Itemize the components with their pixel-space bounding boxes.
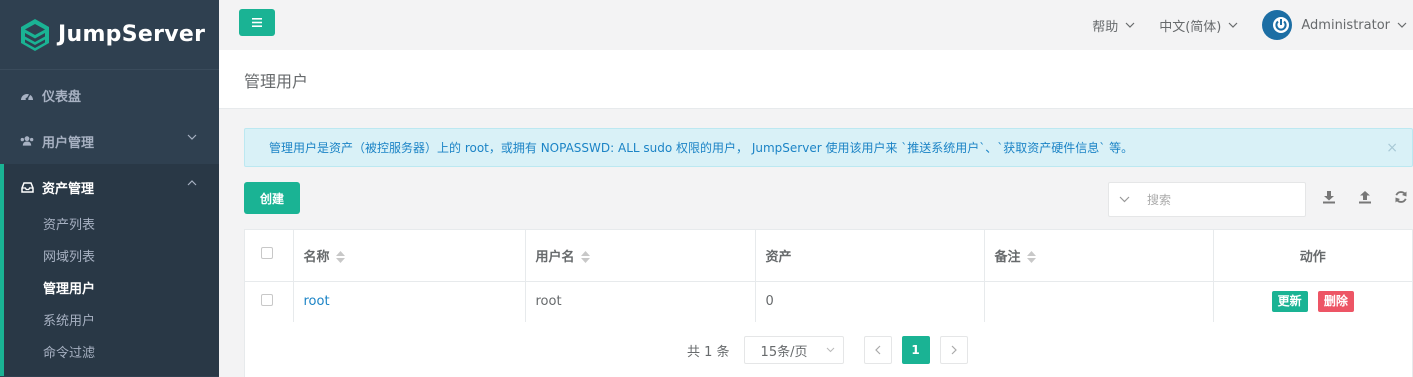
sidebar-item-users[interactable]: 用户管理 [0, 118, 219, 164]
jumpserver-logo-icon [21, 18, 49, 51]
page-size-select[interactable]: 15条/页 [743, 336, 844, 364]
hamburger-icon [252, 18, 262, 27]
create-button[interactable]: 创建 [244, 182, 300, 214]
update-button[interactable]: 更新 [1271, 291, 1308, 313]
select-all-checkbox[interactable] [261, 247, 273, 260]
actions-cell: 更新 删除 [1213, 281, 1412, 322]
sidebar-item-label: 资产管理 [42, 181, 95, 197]
total-count: 共 1 条 [687, 344, 730, 360]
inbox-icon [20, 180, 34, 194]
chevron-up-icon [187, 180, 197, 186]
search-field [1108, 182, 1306, 217]
search-filter-dropdown[interactable] [1109, 196, 1139, 203]
chevron-down-icon [1397, 22, 1407, 28]
column-header-actions: 动作 [1213, 230, 1412, 282]
sidebar-submenu: 资产列表 网域列表 管理用户 系统用户 命令过滤 [4, 210, 219, 376]
refresh-icon[interactable] [1394, 190, 1408, 204]
chevron-down-icon [1125, 22, 1135, 28]
sidebar-item-system-users[interactable]: 系统用户 [4, 306, 219, 338]
column-header-name[interactable]: 名称 [293, 230, 526, 282]
column-label: 用户名 [535, 249, 575, 265]
table-row: root root 0 更新 删除 [245, 281, 1412, 322]
username-cell: root [525, 281, 756, 322]
sidebar-item-assets[interactable]: 资产管理 [4, 164, 219, 210]
prev-page-button[interactable] [863, 336, 892, 364]
select-all-cell [245, 230, 294, 282]
help-label: 帮助 [1092, 19, 1119, 35]
sidebar-item-asset-list[interactable]: 资产列表 [4, 210, 219, 242]
table-toolbar: 创建 [244, 182, 1413, 228]
column-label: 备注 [994, 249, 1021, 265]
page-button[interactable]: 1 [901, 336, 930, 364]
chevron-right-icon [951, 345, 957, 355]
chevron-down-icon [1119, 196, 1129, 203]
admin-user-name-link[interactable]: root [304, 294, 330, 309]
column-header-comment[interactable]: 备注 [984, 230, 1214, 282]
user-name: Administrator [1301, 17, 1390, 33]
download-icon[interactable] [1322, 190, 1336, 204]
name-cell: root [293, 281, 526, 322]
row-checkbox[interactable] [261, 293, 273, 306]
column-label: 名称 [303, 249, 330, 265]
avatar [1262, 10, 1293, 40]
delete-button[interactable]: 删除 [1317, 291, 1354, 313]
page-title: 管理用户 [244, 72, 309, 91]
column-header-assets: 资产 [755, 230, 985, 282]
next-page-button[interactable] [939, 336, 968, 364]
main-content: 管理用户是资产（被控服务器）上的 root，或拥有 NOPASSWD: ALL … [244, 128, 1413, 377]
sort-icon [580, 251, 590, 264]
assets-cell: 0 [755, 281, 985, 322]
comment-cell [984, 281, 1214, 322]
row-select-cell [245, 281, 294, 322]
brand-name: JumpServer [58, 22, 206, 47]
help-menu[interactable]: 帮助 [1092, 16, 1135, 35]
admin-users-table: 名称 用户名 资产 备注 动作 root root 0 更新 删除 [244, 229, 1413, 323]
menu-toggle-button[interactable] [239, 9, 275, 36]
chevron-left-icon [874, 345, 880, 355]
top-right-menu: 帮助 中文(简体) Administrator [1092, 0, 1413, 50]
sidebar-item-label: 用户管理 [42, 135, 95, 151]
sidebar-group-assets: 资产管理 资产列表 网域列表 管理用户 系统用户 命令过滤 [0, 164, 219, 376]
sort-icon [335, 251, 345, 264]
sort-icon [1026, 251, 1036, 264]
language-menu[interactable]: 中文(简体) [1159, 16, 1238, 35]
sidebar-item-command-filter[interactable]: 命令过滤 [4, 338, 219, 370]
dashboard-icon [20, 88, 34, 102]
chevron-down-icon [826, 347, 834, 353]
top-navbar: 帮助 中文(简体) Administrator [219, 0, 1413, 50]
power-icon [1272, 17, 1289, 33]
user-menu[interactable]: Administrator [1262, 10, 1407, 40]
search-input[interactable] [1147, 192, 1297, 207]
pagination: 共 1 条 15条/页 1 [687, 336, 978, 364]
sidebar: JumpServer 仪表盘 用户管理 资产管理 资产列表 网域列表 管理用户 … [0, 0, 219, 377]
alert-text: 管理用户是资产（被控服务器）上的 root，或拥有 NOPASSWD: ALL … [269, 141, 1134, 155]
chevron-down-icon [1228, 22, 1238, 28]
sidebar-item-admin-users[interactable]: 管理用户 [4, 274, 219, 306]
language-label: 中文(简体) [1159, 19, 1222, 35]
chevron-down-icon [187, 134, 197, 140]
page-size-value: 15条/页 [760, 344, 808, 360]
sidebar-item-label: 仪表盘 [42, 89, 82, 105]
brand-logo[interactable]: JumpServer [0, 0, 219, 70]
pagination-area: 共 1 条 15条/页 1 [244, 322, 1413, 377]
close-icon[interactable]: × [1386, 140, 1398, 156]
users-icon [20, 134, 34, 148]
upload-icon[interactable] [1358, 190, 1372, 204]
sidebar-item-domain-list[interactable]: 网域列表 [4, 242, 219, 274]
page-heading: 管理用户 [219, 50, 1413, 109]
info-alert: 管理用户是资产（被控服务器）上的 root，或拥有 NOPASSWD: ALL … [244, 128, 1413, 167]
sidebar-item-dashboard[interactable]: 仪表盘 [0, 72, 219, 118]
column-header-username[interactable]: 用户名 [525, 230, 756, 282]
